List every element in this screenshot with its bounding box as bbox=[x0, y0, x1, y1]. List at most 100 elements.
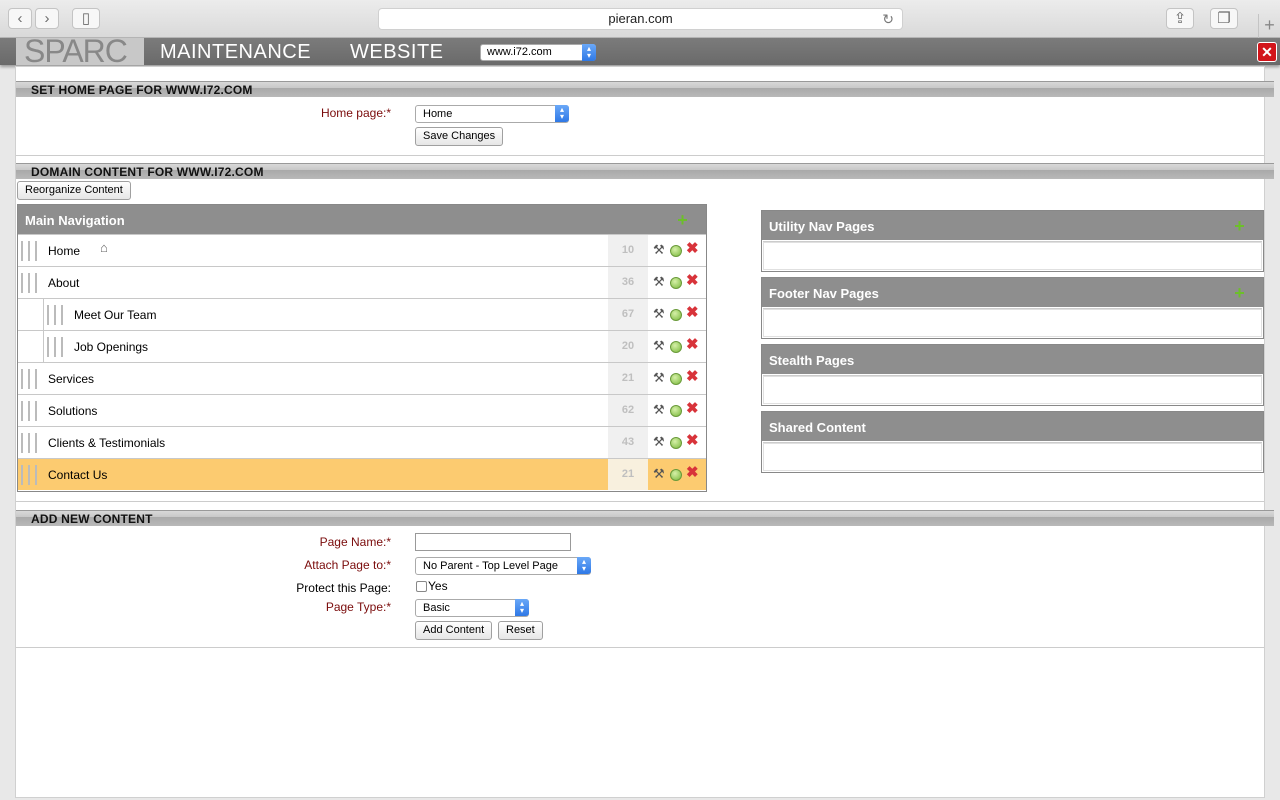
attach-page-select[interactable]: No Parent - Top Level Page ▴ ▾ bbox=[415, 557, 591, 575]
indent-spacer bbox=[18, 299, 44, 330]
nav-item-count: 62 bbox=[608, 395, 648, 426]
reload-icon[interactable]: ↻ bbox=[882, 9, 894, 29]
app-title-maintenance: MAINTENANCE bbox=[160, 41, 312, 63]
row-actions: ⚒ ✖ bbox=[650, 241, 706, 259]
delete-icon[interactable]: ✖ bbox=[686, 273, 700, 288]
divider bbox=[16, 501, 1264, 502]
edit-icon[interactable]: ⚒ bbox=[653, 275, 667, 289]
drag-handle-icon[interactable] bbox=[21, 273, 41, 293]
back-button[interactable]: ‹ bbox=[8, 8, 32, 29]
page-content: SET HOME PAGE FOR WWW.I72.COM Home page:… bbox=[15, 66, 1274, 798]
edit-icon[interactable]: ⚒ bbox=[653, 339, 667, 353]
browser-toolbar: ‹ › ▯ pieran.com ↻ ⇪ ❐ + bbox=[0, 0, 1280, 38]
add-icon[interactable]: + bbox=[1233, 217, 1246, 235]
indent-spacer bbox=[18, 331, 44, 362]
status-icon[interactable] bbox=[670, 277, 682, 289]
share-button[interactable]: ⇪ bbox=[1166, 8, 1194, 29]
reset-button[interactable]: Reset bbox=[498, 621, 543, 640]
website-select[interactable]: www.i72.com ▴ ▾ bbox=[480, 44, 596, 61]
chevron-left-icon: ‹ bbox=[17, 10, 23, 27]
app-header: SPARC MAINTENANCE WEBSITE www.i72.com ▴ ▾… bbox=[0, 38, 1280, 65]
save-changes-button[interactable]: Save Changes bbox=[415, 127, 504, 146]
tabs-button[interactable]: ❐ bbox=[1210, 8, 1238, 29]
drag-handle-icon[interactable] bbox=[21, 241, 41, 261]
delete-icon[interactable]: ✖ bbox=[686, 433, 700, 448]
delete-icon[interactable]: ✖ bbox=[686, 241, 700, 256]
panel-header: Footer Nav Pages + bbox=[762, 278, 1263, 307]
delete-icon[interactable]: ✖ bbox=[686, 369, 700, 384]
add-icon[interactable]: + bbox=[1233, 284, 1246, 302]
drag-handle-icon[interactable] bbox=[21, 401, 41, 421]
status-icon[interactable] bbox=[670, 245, 682, 257]
nav-item-count: 20 bbox=[608, 331, 648, 362]
main-navigation-panel: Main Navigation + Home ⌂ 10 ⚒ ✖ About 36 ⚒ ✖ Meet… bbox=[17, 204, 707, 492]
section-header-domain: DOMAIN CONTENT FOR WWW.I72.COM bbox=[16, 163, 1274, 179]
page-type-select[interactable]: Basic ▴ ▾ bbox=[415, 599, 529, 617]
status-icon[interactable] bbox=[670, 341, 682, 353]
page-name-input[interactable] bbox=[415, 533, 571, 551]
row-actions: ⚒ ✖ bbox=[650, 401, 706, 419]
tabs-icon: ❐ bbox=[1217, 10, 1231, 27]
delete-icon[interactable]: ✖ bbox=[686, 465, 700, 480]
status-icon[interactable] bbox=[670, 469, 682, 481]
nav-list-item[interactable]: Meet Our Team 67 ⚒ ✖ bbox=[18, 298, 706, 330]
address-bar[interactable]: pieran.com ↻ bbox=[378, 8, 903, 30]
select-arrows-icon: ▴ ▾ bbox=[577, 557, 591, 574]
protect-page-option: Yes bbox=[428, 579, 448, 593]
panel-drop-zone[interactable] bbox=[763, 241, 1262, 270]
forward-button[interactable]: › bbox=[35, 8, 59, 29]
drag-handle-icon[interactable] bbox=[21, 433, 41, 453]
drag-handle-icon[interactable] bbox=[47, 305, 67, 325]
panel-title: Utility Nav Pages bbox=[769, 219, 875, 234]
status-icon[interactable] bbox=[670, 373, 682, 385]
edit-icon[interactable]: ⚒ bbox=[653, 243, 667, 257]
nav-list-item[interactable]: Contact Us 21 ⚒ ✖ bbox=[18, 458, 706, 490]
section-title: SET HOME PAGE FOR WWW.I72.COM bbox=[31, 83, 253, 97]
reorganize-content-button[interactable]: Reorganize Content bbox=[17, 181, 131, 200]
address-text: pieran.com bbox=[608, 11, 673, 26]
panel-header: Shared Content bbox=[762, 412, 1263, 441]
row-actions: ⚒ ✖ bbox=[650, 465, 706, 483]
add-content-button[interactable]: Add Content bbox=[415, 621, 493, 640]
nav-list-item[interactable]: Job Openings 20 ⚒ ✖ bbox=[18, 330, 706, 362]
delete-icon[interactable]: ✖ bbox=[686, 401, 700, 416]
nav-item-count: 21 bbox=[608, 363, 648, 394]
status-icon[interactable] bbox=[670, 309, 682, 321]
nav-item-label: Clients & Testimonials bbox=[48, 436, 166, 450]
nav-item-label: Meet Our Team bbox=[74, 308, 157, 322]
nav-list-item[interactable]: Services 21 ⚒ ✖ bbox=[18, 362, 706, 394]
section-header-home: SET HOME PAGE FOR WWW.I72.COM bbox=[16, 81, 1274, 97]
attach-page-select-value: No Parent - Top Level Page bbox=[423, 560, 558, 572]
nav-list-item[interactable]: Home ⌂ 10 ⚒ ✖ bbox=[18, 234, 706, 266]
panel-drop-zone[interactable] bbox=[763, 375, 1262, 404]
status-icon[interactable] bbox=[670, 437, 682, 449]
edit-icon[interactable]: ⚒ bbox=[653, 467, 667, 481]
nav-list-item[interactable]: About 36 ⚒ ✖ bbox=[18, 266, 706, 298]
drag-handle-icon[interactable] bbox=[47, 337, 67, 357]
drag-handle-icon[interactable] bbox=[21, 369, 41, 389]
panel-drop-zone[interactable] bbox=[763, 442, 1262, 471]
panel-drop-zone[interactable] bbox=[763, 308, 1262, 337]
page-name-label: Page Name:* bbox=[319, 535, 391, 549]
edit-icon[interactable]: ⚒ bbox=[653, 435, 667, 449]
edit-icon[interactable]: ⚒ bbox=[653, 307, 667, 321]
nav-item-label: About bbox=[48, 276, 80, 290]
home-page-select[interactable]: Home ▴ ▾ bbox=[415, 105, 569, 123]
nav-item-label: Solutions bbox=[48, 404, 98, 418]
status-icon[interactable] bbox=[670, 405, 682, 417]
nav-list-item[interactable]: Solutions 62 ⚒ ✖ bbox=[18, 394, 706, 426]
delete-icon[interactable]: ✖ bbox=[686, 305, 700, 320]
nav-list-item[interactable]: Clients & Testimonials 43 ⚒ ✖ bbox=[18, 426, 706, 458]
edit-icon[interactable]: ⚒ bbox=[653, 371, 667, 385]
add-icon[interactable]: + bbox=[676, 211, 689, 229]
divider bbox=[16, 647, 1264, 648]
close-button[interactable]: ✕ bbox=[1257, 42, 1277, 62]
panel-header: Utility Nav Pages + bbox=[762, 211, 1263, 240]
new-tab-button[interactable]: + bbox=[1258, 14, 1280, 38]
drag-handle-icon[interactable] bbox=[21, 465, 41, 485]
sidebar-button[interactable]: ▯ bbox=[72, 8, 100, 29]
protect-page-checkbox[interactable] bbox=[416, 581, 427, 592]
home-page-label: Home page:* bbox=[320, 106, 391, 120]
edit-icon[interactable]: ⚒ bbox=[653, 403, 667, 417]
delete-icon[interactable]: ✖ bbox=[686, 337, 700, 352]
